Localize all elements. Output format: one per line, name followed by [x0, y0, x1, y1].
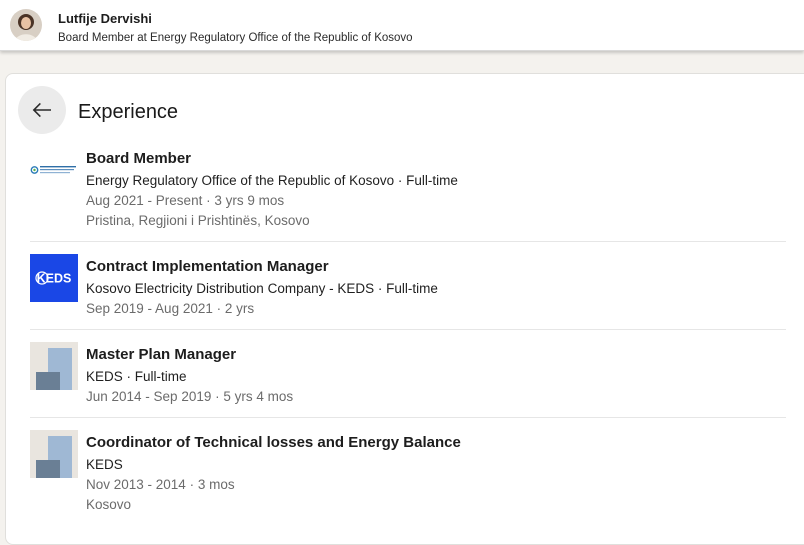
- role-title[interactable]: Coordinator of Technical losses and Ener…: [86, 434, 461, 451]
- arrow-left-icon: [32, 102, 51, 118]
- divider: [30, 417, 786, 418]
- divider: [30, 329, 786, 330]
- placeholder-company-logo[interactable]: [30, 342, 78, 390]
- profile-name[interactable]: Lutfije Dervishi: [58, 11, 152, 26]
- date-range: Sep 2019 - Aug 2021 · 2 yrs: [86, 301, 255, 316]
- role-title[interactable]: Master Plan Manager: [86, 346, 236, 363]
- date-range: Aug 2021 - Present · 3 yrs 9 mos: [86, 193, 285, 208]
- role-title[interactable]: Contract Implementation Manager: [86, 258, 329, 275]
- company-name: KEDS · Full-time: [86, 369, 187, 384]
- profile-headline: Board Member at Energy Regulatory Office…: [58, 32, 413, 44]
- avatar[interactable]: [10, 9, 42, 41]
- keds-logo-text: KEDS: [37, 272, 72, 286]
- location: Pristina, Regjioni i Prishtinës, Kosovo: [86, 213, 310, 228]
- date-range: Jun 2014 - Sep 2019 · 5 yrs 4 mos: [86, 389, 294, 404]
- company-name: Kosovo Electricity Distribution Company …: [86, 281, 438, 296]
- placeholder-company-logo[interactable]: [30, 430, 78, 478]
- role-title[interactable]: Board Member: [86, 150, 191, 167]
- keds-logo[interactable]: KEDS: [30, 254, 78, 302]
- company-name: KEDS: [86, 457, 123, 472]
- profile-top-bar: Lutfije Dervishi Board Member at Energy …: [0, 0, 804, 51]
- location: Kosovo: [86, 497, 132, 512]
- company-name: Energy Regulatory Office of the Republic…: [86, 173, 458, 188]
- date-range: Nov 2013 - 2014 · 3 mos: [86, 477, 235, 492]
- divider: [30, 241, 786, 242]
- section-title: Experience: [78, 101, 179, 123]
- back-button[interactable]: [18, 86, 66, 134]
- ero-logo[interactable]: [30, 146, 78, 194]
